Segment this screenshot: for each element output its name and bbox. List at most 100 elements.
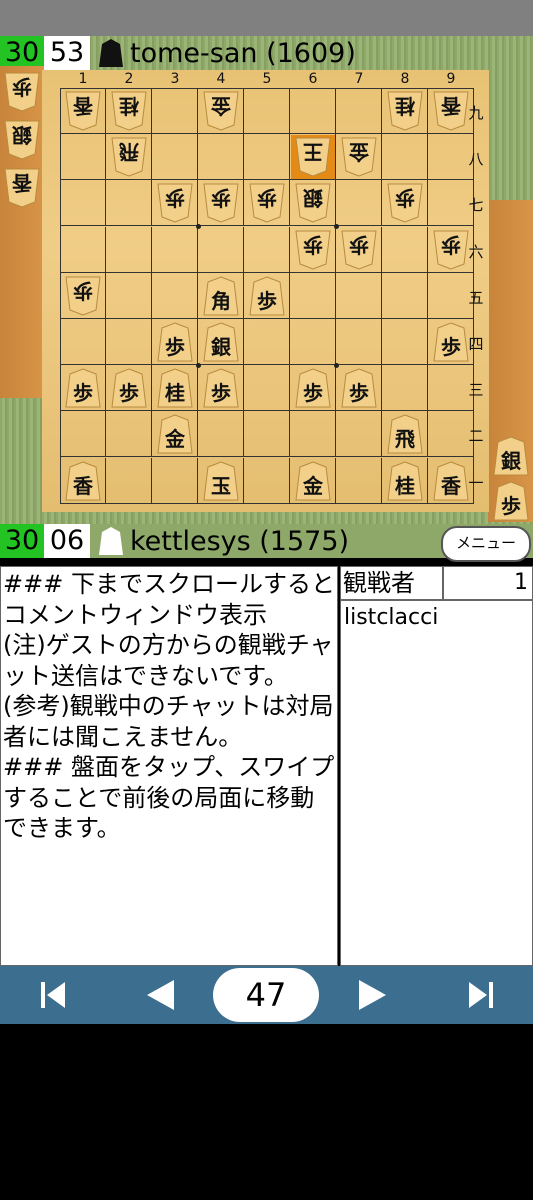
board-square[interactable] bbox=[244, 411, 290, 458]
board-square[interactable] bbox=[336, 319, 382, 365]
board-square[interactable] bbox=[244, 319, 290, 365]
gote-piece[interactable]: 歩 bbox=[341, 230, 377, 270]
star-point bbox=[333, 362, 339, 368]
sente-piece[interactable]: 歩 bbox=[295, 368, 331, 408]
gote-piece[interactable]: 歩 bbox=[65, 276, 101, 316]
sente-piece[interactable]: 歩 bbox=[493, 481, 529, 521]
board-square[interactable] bbox=[290, 319, 336, 365]
board-square[interactable] bbox=[198, 411, 244, 458]
piece-kanji: 金 bbox=[211, 94, 231, 118]
sente-piece[interactable]: 玉 bbox=[203, 461, 239, 501]
board-square[interactable] bbox=[106, 226, 152, 273]
sente-piece[interactable]: 歩 bbox=[157, 322, 193, 362]
prev-icon[interactable] bbox=[144, 978, 176, 1012]
gote-piece[interactable]: 金 bbox=[341, 137, 377, 177]
sente-piece[interactable]: 角 bbox=[203, 276, 239, 316]
board-square[interactable] bbox=[244, 134, 290, 181]
gote-piece[interactable]: 香 bbox=[65, 91, 101, 131]
gote-piece[interactable]: 歩 bbox=[157, 183, 193, 223]
sente-piece[interactable]: 歩 bbox=[65, 368, 101, 408]
board-square[interactable] bbox=[60, 134, 106, 181]
board-square[interactable] bbox=[336, 457, 382, 504]
board-square[interactable] bbox=[106, 272, 152, 319]
sente-piece[interactable]: 歩 bbox=[203, 368, 239, 408]
sente-piece[interactable]: 香 bbox=[65, 461, 101, 501]
sente-piece[interactable]: 歩 bbox=[249, 276, 285, 316]
board-square[interactable] bbox=[106, 457, 152, 504]
board-square[interactable] bbox=[336, 180, 382, 227]
gote-piece[interactable]: 香 bbox=[4, 168, 40, 208]
board-square[interactable] bbox=[152, 272, 198, 319]
gote-piece[interactable]: 歩 bbox=[4, 72, 40, 112]
sente-piece[interactable]: 飛 bbox=[387, 414, 423, 454]
gote-piece[interactable]: 香 bbox=[433, 91, 469, 131]
piece-kanji: 桂 bbox=[165, 381, 185, 406]
piece-kanji: 歩 bbox=[73, 381, 93, 406]
gote-piece[interactable]: 桂 bbox=[111, 91, 147, 131]
top-player-bar: 30 53 tome-san (1609) bbox=[0, 36, 533, 70]
rank-label: 八 bbox=[468, 150, 484, 169]
piece-kanji: 歩 bbox=[395, 186, 415, 211]
file-label: 8 bbox=[400, 71, 410, 87]
board-square[interactable] bbox=[152, 88, 198, 134]
board-square[interactable] bbox=[152, 457, 198, 504]
board-square[interactable] bbox=[152, 226, 198, 273]
board-square[interactable] bbox=[382, 365, 428, 412]
gote-piece[interactable]: 金 bbox=[203, 91, 239, 131]
board-square[interactable] bbox=[336, 272, 382, 319]
sente-piece[interactable]: 桂 bbox=[157, 368, 193, 408]
board-square[interactable] bbox=[382, 134, 428, 181]
board-square[interactable] bbox=[290, 272, 336, 319]
board-square[interactable] bbox=[60, 226, 106, 273]
board-square[interactable] bbox=[244, 457, 290, 504]
board-square[interactable] bbox=[244, 365, 290, 412]
board-square[interactable] bbox=[336, 411, 382, 458]
sente-piece[interactable]: 歩 bbox=[341, 368, 377, 408]
board-square[interactable] bbox=[244, 88, 290, 134]
gote-piece[interactable]: 王 bbox=[295, 137, 331, 177]
watchers-list[interactable]: listclacci bbox=[340, 600, 533, 966]
file-label: 4 bbox=[216, 71, 226, 87]
board-square[interactable] bbox=[382, 272, 428, 319]
gote-piece[interactable]: 桂 bbox=[387, 91, 423, 131]
comment-window[interactable]: ### 下までスクロールするとコメントウィンドウ表示 (注)ゲストの方からの観戦… bbox=[0, 566, 338, 966]
gote-piece[interactable]: 歩 bbox=[433, 230, 469, 270]
gote-piece[interactable]: 銀 bbox=[295, 183, 331, 223]
sente-piece[interactable]: 金 bbox=[295, 461, 331, 501]
rank-label: 三 bbox=[468, 381, 484, 400]
board-square[interactable] bbox=[60, 319, 106, 365]
sente-piece[interactable]: 金 bbox=[157, 414, 193, 454]
board-square[interactable] bbox=[60, 411, 106, 458]
skip-first-icon[interactable] bbox=[38, 978, 70, 1012]
board-square[interactable] bbox=[382, 319, 428, 365]
gote-piece[interactable]: 歩 bbox=[249, 183, 285, 223]
sente-piece[interactable]: 銀 bbox=[203, 322, 239, 362]
next-icon[interactable] bbox=[357, 978, 389, 1012]
board-square[interactable] bbox=[152, 134, 198, 181]
gote-piece[interactable]: 歩 bbox=[295, 230, 331, 270]
skip-last-icon[interactable] bbox=[464, 978, 496, 1012]
menu-button[interactable]: メニュー bbox=[441, 526, 531, 562]
board-square[interactable] bbox=[290, 88, 336, 134]
board-square[interactable] bbox=[106, 411, 152, 458]
board-square[interactable] bbox=[198, 134, 244, 181]
board-square[interactable] bbox=[198, 226, 244, 273]
gote-piece[interactable]: 飛 bbox=[111, 137, 147, 177]
gote-piece[interactable]: 銀 bbox=[4, 120, 40, 160]
board-square[interactable] bbox=[336, 88, 382, 134]
board-square[interactable] bbox=[106, 319, 152, 365]
gote-piece[interactable]: 歩 bbox=[387, 183, 423, 223]
board-square[interactable] bbox=[290, 411, 336, 458]
sente-piece[interactable]: 桂 bbox=[387, 461, 423, 501]
gote-piece[interactable]: 歩 bbox=[203, 183, 239, 223]
move-number[interactable]: 47 bbox=[213, 968, 319, 1022]
board-square[interactable] bbox=[106, 180, 152, 227]
sente-piece[interactable]: 歩 bbox=[111, 368, 147, 408]
board-square[interactable] bbox=[60, 180, 106, 227]
piece-kanji: 桂 bbox=[119, 94, 139, 118]
sente-piece[interactable]: 銀 bbox=[493, 436, 529, 476]
sente-piece[interactable]: 香 bbox=[433, 461, 469, 501]
board-square[interactable] bbox=[382, 226, 428, 273]
board-square[interactable] bbox=[244, 226, 290, 273]
sente-piece[interactable]: 歩 bbox=[433, 322, 469, 362]
